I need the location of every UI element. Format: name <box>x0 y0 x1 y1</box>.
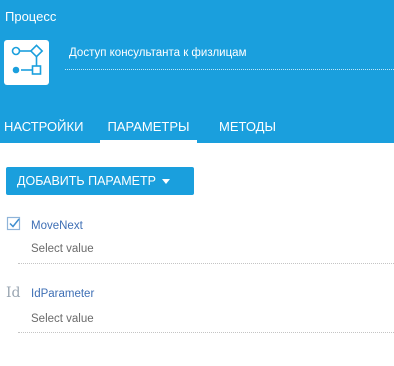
add-parameter-label: ДОБАВИТЬ ПАРАМЕТР <box>17 174 156 188</box>
parameter-divider <box>18 263 394 264</box>
parameter-value-input[interactable]: Select value <box>31 243 94 255</box>
process-header: Процесс Доступ консультанта к физлицам Н… <box>0 0 394 143</box>
process-name-underline <box>65 69 394 70</box>
process-flow-icon <box>4 40 49 85</box>
process-name[interactable]: Доступ консультанта к физлицам <box>69 47 246 59</box>
checkbox-icon <box>6 216 22 232</box>
tab-methods[interactable]: МЕТОДЫ <box>219 109 276 143</box>
tab-bar: НАСТРОЙКИ ПАРАМЕТРЫ МЕТОДЫ <box>0 109 394 143</box>
parameter-name-movenext[interactable]: MoveNext <box>31 220 83 232</box>
parameter-value-input[interactable]: Select value <box>31 313 94 325</box>
add-parameter-button[interactable]: ДОБАВИТЬ ПАРАМЕТР <box>6 167 194 195</box>
tab-settings[interactable]: НАСТРОЙКИ <box>4 109 83 143</box>
parameter-divider <box>18 332 394 333</box>
tab-parameters[interactable]: ПАРАМЕТРЫ <box>100 109 197 143</box>
parameter-name-idparameter[interactable]: IdParameter <box>31 288 94 300</box>
chevron-down-icon <box>161 179 170 185</box>
id-icon: Id <box>6 285 21 301</box>
page-title: Процесс <box>5 9 57 24</box>
